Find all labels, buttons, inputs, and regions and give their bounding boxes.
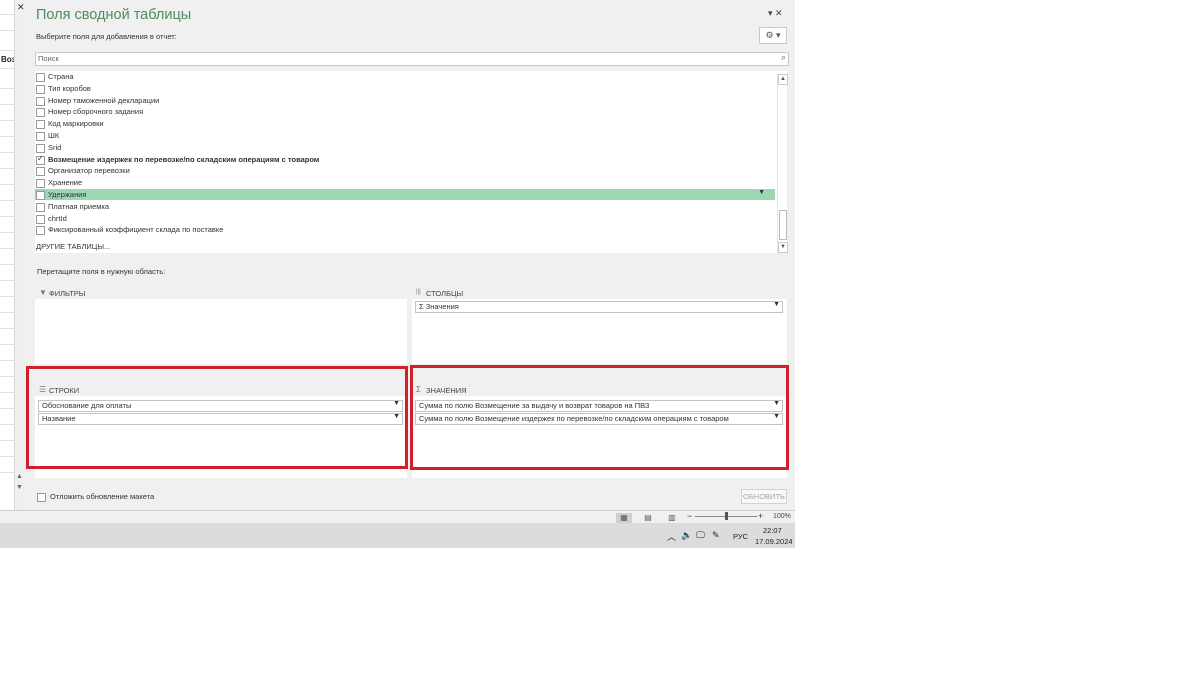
- status-bar: ▦ ▤ ▥: [0, 510, 795, 524]
- pane-options-close-icon[interactable]: ▾ ✕: [768, 8, 783, 19]
- search-icon[interactable]: ⌕: [781, 52, 786, 63]
- scroll-thumb[interactable]: [779, 210, 787, 240]
- field-label: Страна: [48, 72, 74, 81]
- filter-icon: ▼: [39, 288, 47, 297]
- field-label: chrtId: [48, 213, 67, 223]
- defer-update-checkbox[interactable]: [37, 492, 46, 502]
- field-item[interactable]: Страна: [35, 71, 775, 82]
- clock-date[interactable]: 17.09.2024: [755, 537, 793, 546]
- field-checkbox[interactable]: [36, 73, 45, 82]
- other-tables-link[interactable]: ДРУГИЕ ТАБЛИЦЫ...: [36, 242, 110, 251]
- scroll-up-icon[interactable]: ▲: [778, 74, 788, 85]
- choose-fields-label: Выберите поля для добавления в отчет:: [36, 32, 177, 41]
- field-label: Удержания: [48, 190, 87, 199]
- columns-area-title: СТОЛБЦЫ: [426, 289, 464, 298]
- field-checkbox[interactable]: [36, 179, 45, 189]
- field-label: ШК: [48, 131, 60, 140]
- clock-time[interactable]: 22:07: [763, 526, 782, 535]
- pane-title: Поля сводной таблицы: [36, 7, 192, 23]
- field-dropdown-icon[interactable]: ▼: [758, 189, 765, 196]
- columns-area[interactable]: ||| СТОЛБЦЫ Σ Значения ▼: [412, 286, 787, 364]
- field-label: Номер таможенной декларации: [48, 95, 160, 105]
- field-checkbox[interactable]: [36, 132, 45, 141]
- zoom-in-button[interactable]: +: [758, 511, 763, 521]
- field-item[interactable]: Тип коробов: [35, 83, 775, 94]
- drag-fields-label: Перетащите поля в нужную область:: [37, 267, 166, 276]
- normal-view-icon[interactable]: ▦: [616, 513, 632, 523]
- field-checkbox[interactable]: [36, 226, 45, 236]
- field-checkbox[interactable]: [36, 96, 45, 106]
- chevron-up-icon[interactable]: ︿: [667, 530, 676, 543]
- field-checkbox[interactable]: [36, 108, 45, 118]
- field-label: Организатор перевозки: [48, 166, 130, 176]
- filters-area-header: ▼ ФИЛЬТРЫ: [35, 286, 407, 299]
- rows-highlight-frame: [26, 366, 408, 469]
- zoom-level[interactable]: 100%: [773, 513, 791, 520]
- field-label: Хранение: [48, 178, 83, 188]
- field-item[interactable]: Организатор перевозки: [35, 165, 775, 177]
- defer-update-label: Отложить обновление макета: [50, 492, 155, 501]
- page-break-view-icon[interactable]: ▥: [664, 513, 680, 523]
- field-checkbox[interactable]: [36, 191, 45, 200]
- page-layout-view-icon[interactable]: ▤: [640, 513, 656, 523]
- field-label: Тип коробов: [48, 83, 91, 93]
- close-icon[interactable]: ✕: [17, 2, 25, 13]
- field-item[interactable]: Номер таможенной декларации: [35, 95, 775, 106]
- field-label: Номер сборочного задания: [48, 107, 144, 117]
- columns-icon: |||: [416, 289, 421, 295]
- values-highlight-frame: [410, 365, 789, 470]
- field-item[interactable]: Srid: [35, 142, 775, 153]
- field-item[interactable]: Платная приемка: [35, 201, 775, 212]
- zoom-slider-thumb[interactable]: [724, 512, 728, 520]
- field-checkbox[interactable]: [36, 84, 45, 94]
- field-label: Код маркировки: [48, 119, 104, 129]
- field-item[interactable]: ШК: [35, 130, 775, 141]
- field-item[interactable]: Номер сборочного задания: [35, 106, 775, 118]
- field-label: Srid: [48, 142, 62, 152]
- filters-area[interactable]: ▼ ФИЛЬТРЫ: [35, 286, 407, 364]
- field-item[interactable]: Фиксированный коэффициент склада по пост…: [35, 224, 775, 236]
- field-item[interactable]: Код маркировки: [35, 118, 775, 130]
- sheet-vertical-scrollbar[interactable]: ▲ ▼: [14, 0, 26, 510]
- chevron-down-icon[interactable]: ▼: [773, 301, 780, 308]
- defer-update-option[interactable]: Отложить обновление макета: [37, 492, 154, 502]
- speaker-icon[interactable]: 🔈: [681, 530, 692, 541]
- search-input[interactable]: Поиск ⌕: [35, 52, 789, 66]
- field-item[interactable]: Возмещение издержек по перевозке/по скла…: [35, 154, 775, 165]
- columns-field-pill[interactable]: Σ Значения ▼: [415, 301, 783, 313]
- field-label: Платная приемка: [48, 201, 110, 211]
- field-list: Страна Тип коробов Номер таможенной декл…: [35, 71, 787, 253]
- field-checkbox-checked[interactable]: [36, 154, 45, 165]
- network-icon[interactable]: 🖵: [696, 530, 705, 541]
- gear-icon[interactable]: ⚙ ▾: [759, 27, 787, 44]
- language-indicator[interactable]: РУС: [733, 532, 748, 541]
- update-button[interactable]: ОБНОВИТЬ: [741, 489, 787, 504]
- field-item[interactable]: Хранение: [35, 177, 775, 189]
- field-label: Фиксированный коэффициент склада по пост…: [48, 225, 224, 235]
- pen-icon[interactable]: ✎: [712, 530, 720, 541]
- field-item[interactable]: chrtId: [35, 213, 775, 224]
- scroll-up-icon[interactable]: ▲: [16, 473, 23, 480]
- field-list-scrollbar[interactable]: ▲ ▼: [777, 74, 788, 253]
- field-label: Возмещение издержек по перевозке/по скла…: [48, 154, 320, 164]
- worksheet-edge: Воз: [0, 0, 16, 510]
- field-checkbox[interactable]: [36, 167, 45, 177]
- zoom-out-button[interactable]: −: [687, 511, 692, 521]
- field-checkbox[interactable]: [36, 202, 45, 212]
- field-checkbox[interactable]: [36, 143, 45, 153]
- field-checkbox[interactable]: [36, 214, 45, 224]
- field-item-selected[interactable]: Удержания ▼: [35, 189, 775, 200]
- columns-area-header: ||| СТОЛБЦЫ: [412, 286, 787, 299]
- scroll-down-icon[interactable]: ▼: [778, 242, 788, 253]
- field-checkbox[interactable]: [36, 120, 45, 130]
- filters-area-title: ФИЛЬТРЫ: [49, 289, 86, 298]
- scroll-down-icon[interactable]: ▼: [16, 484, 23, 491]
- search-placeholder: Поиск: [38, 54, 59, 63]
- columns-field-label: Σ Значения: [419, 302, 459, 311]
